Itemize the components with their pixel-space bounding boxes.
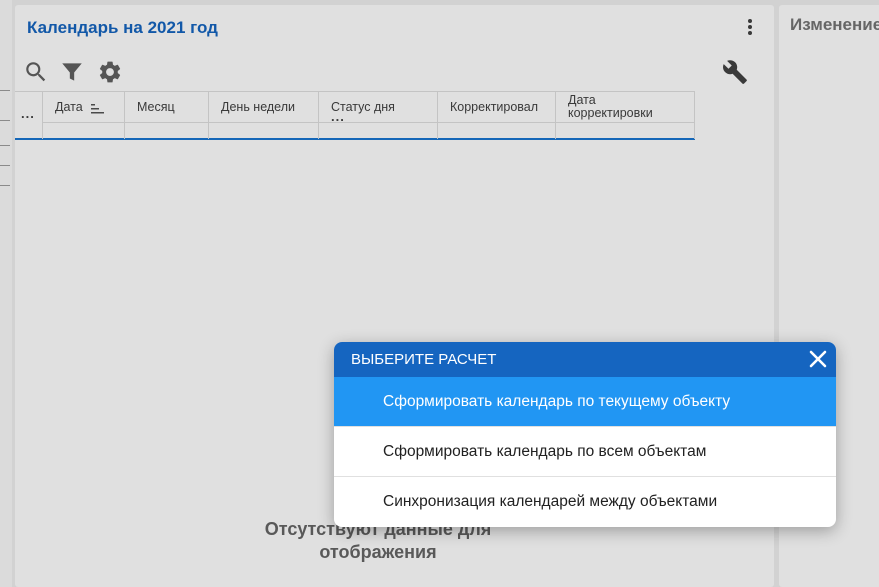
option-label: Сформировать календарь по всем объектам <box>383 442 707 460</box>
option-sync-calendars[interactable]: Синхронизация календарей между объектами <box>334 477 836 527</box>
option-label: Синхронизация календарей между объектами <box>383 493 718 510</box>
select-calculation-dialog: ВЫБЕРИТЕ РАСЧЕТ Сформировать календарь п… <box>334 342 836 527</box>
dialog-title: ВЫБЕРИТЕ РАСЧЕТ <box>351 351 497 368</box>
dialog-header: ВЫБЕРИТЕ РАСЧЕТ <box>334 342 836 377</box>
option-current-object[interactable]: Сформировать календарь по текущему объек… <box>334 377 836 427</box>
close-icon[interactable] <box>808 349 828 369</box>
option-all-objects[interactable]: Сформировать календарь по всем объектам <box>334 427 836 477</box>
option-label: Сформировать календарь по текущему объек… <box>383 392 731 410</box>
